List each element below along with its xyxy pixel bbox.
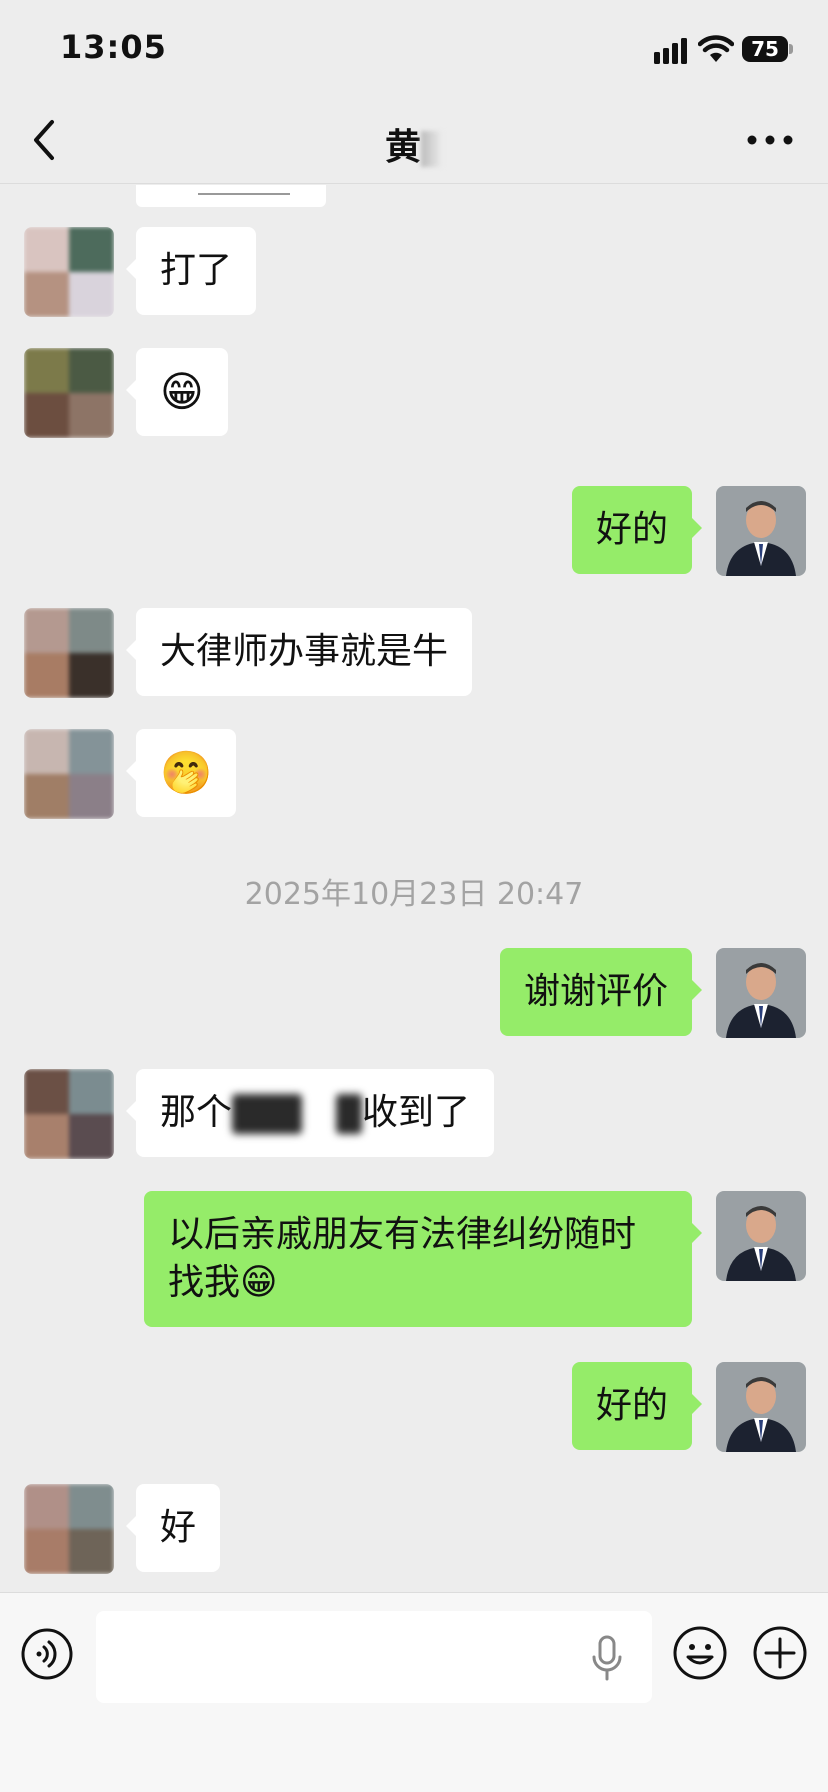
contact-avatar[interactable]: [24, 348, 114, 438]
redacted-content: [232, 1094, 303, 1134]
message-text: 收到了: [362, 1092, 471, 1133]
my-avatar[interactable]: [716, 486, 806, 576]
plus-icon[interactable]: [752, 1625, 808, 1681]
partial-message-bubble: [136, 185, 326, 207]
redacted-content: [336, 1094, 363, 1134]
message-bubble[interactable]: 好的: [571, 1362, 703, 1450]
battery-icon: 75: [742, 36, 793, 62]
my-avatar[interactable]: [716, 1362, 806, 1452]
more-options-icon[interactable]: [742, 122, 798, 158]
my-avatar[interactable]: [716, 948, 806, 1038]
message-text: 那个: [160, 1092, 233, 1133]
message-bubble[interactable]: 谢谢评价: [499, 948, 703, 1036]
message-input[interactable]: [96, 1611, 652, 1703]
input-bar: [0, 1592, 828, 1792]
contact-avatar[interactable]: [24, 227, 114, 317]
message-bubble[interactable]: 好: [125, 1484, 221, 1572]
my-avatar[interactable]: [716, 1191, 806, 1281]
contact-avatar[interactable]: [24, 1484, 114, 1574]
message-bubble[interactable]: 打了: [125, 227, 257, 315]
message-list[interactable]: 打了 😁 好的 大律师办事就是牛 🤭 2025年10月23日 20:47 谢谢评…: [0, 185, 828, 1590]
contact-avatar[interactable]: [24, 608, 114, 698]
message-bubble[interactable]: 好的: [571, 486, 703, 574]
message-bubble[interactable]: 那个 收到了: [125, 1069, 495, 1157]
message-timestamp: 2025年10月23日 20:47: [244, 877, 584, 912]
cellular-signal-icon: [654, 38, 687, 64]
contact-avatar[interactable]: [24, 729, 114, 819]
microphone-icon[interactable]: [590, 1633, 624, 1683]
battery-level: 75: [742, 36, 788, 62]
message-bubble[interactable]: 以后亲戚朋友有法律纠纷随时找我😁: [144, 1191, 702, 1327]
status-time: 13:05: [60, 28, 167, 66]
chat-header: 黄: [0, 96, 828, 184]
chat-title: 黄: [0, 118, 828, 170]
status-bar: 13:05 75: [0, 0, 828, 96]
emoji-icon[interactable]: [672, 1625, 728, 1681]
message-bubble[interactable]: 大律师办事就是牛: [125, 608, 473, 696]
wifi-icon: [698, 35, 734, 62]
message-bubble[interactable]: 😁: [126, 348, 228, 436]
contact-avatar[interactable]: [24, 1069, 114, 1159]
redacted-name: [421, 131, 443, 167]
chat-title-text: 黄: [384, 127, 421, 168]
voice-mode-icon[interactable]: [20, 1627, 74, 1681]
message-bubble[interactable]: 🤭: [125, 729, 237, 817]
